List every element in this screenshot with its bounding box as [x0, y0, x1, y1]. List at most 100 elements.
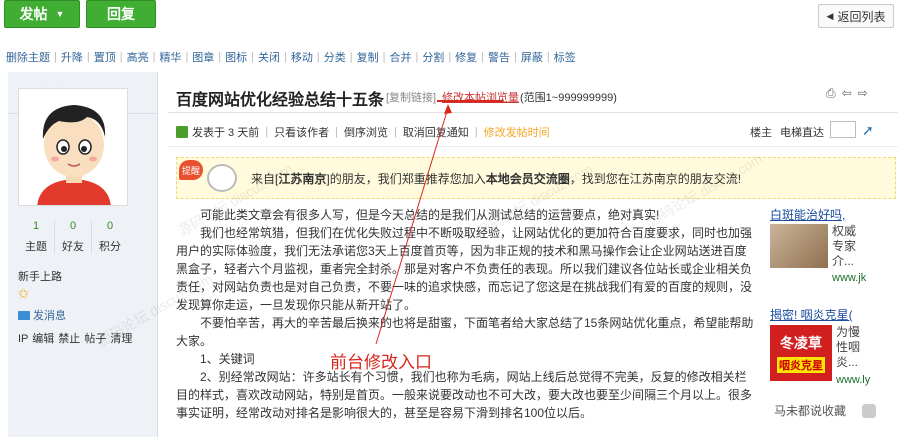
back-to-list-label: 返回列表 — [837, 9, 886, 24]
ad-url[interactable]: www.jk — [832, 272, 866, 284]
body-paragraph: 我们也经常筑猎，但我们在优化失败过程中不断吸取经验，让网站优化的更加符合百度要求… — [176, 226, 753, 312]
send-message-link[interactable]: 发消息 — [18, 307, 66, 323]
mod-sep: | — [185, 51, 189, 63]
back-to-list-button[interactable]: ◀ 返回列表 — [818, 4, 894, 28]
ad-line: 为慢 — [836, 325, 861, 339]
floor-jump-input[interactable] — [830, 121, 856, 138]
prev-thread-icon[interactable]: ⇦ — [842, 86, 852, 101]
notice-post: ，找到您在江苏南京的朋友交流! — [569, 172, 742, 186]
ad-title[interactable]: 白斑能治好吗, — [770, 206, 845, 223]
ad-line: 专家 — [832, 239, 857, 253]
mod-sep: | — [86, 51, 90, 63]
ad-brand: 冬凌草 — [780, 335, 822, 351]
post-label: 发帖 — [19, 6, 48, 22]
mod-action[interactable]: 升降 — [61, 49, 83, 65]
mod-action[interactable]: 复制 — [357, 49, 379, 65]
user-rank[interactable]: 新手上路 — [18, 268, 62, 284]
mod-sep: | — [284, 51, 287, 63]
ad-brand-image[interactable]: 冬凌草 咽炎克星 — [770, 325, 832, 381]
ad-image[interactable] — [770, 224, 828, 268]
mod-action[interactable]: 分类 — [324, 49, 346, 65]
mod-sep: | — [251, 51, 255, 63]
notice-city: 江苏南京 — [278, 172, 327, 186]
mod-action[interactable]: 合并 — [389, 49, 411, 65]
print-icon[interactable]: ⎙ — [826, 86, 836, 101]
ad-title[interactable]: 揭密! 咽炎克星( — [770, 306, 853, 323]
mod-action[interactable]: 图标 — [225, 49, 247, 65]
post-button[interactable]: 发帖 ▼ — [4, 0, 80, 28]
mod-action[interactable]: 屏蔽 — [521, 49, 543, 65]
meta-sep: | — [393, 126, 397, 138]
admin-links[interactable]: IP 编辑 禁止 帖子 清理 — [18, 330, 132, 346]
user-count-label: 好友 — [62, 241, 84, 253]
mod-sep: | — [54, 51, 57, 63]
mod-sep: | — [152, 51, 156, 63]
mod-action[interactable]: 分割 — [422, 49, 444, 65]
ad-line: 权威 — [832, 224, 857, 238]
floor-label: 楼主 — [750, 127, 772, 139]
mod-sep: | — [514, 51, 517, 63]
mod-action[interactable]: 修复 — [455, 49, 477, 65]
reply-button[interactable]: 回复 — [86, 0, 156, 28]
mod-sep: | — [316, 51, 320, 63]
notice-badge: 提醒 — [179, 160, 203, 180]
mod-action[interactable]: 高亮 — [127, 49, 149, 65]
user-count-cell[interactable]: 0 积分 — [92, 220, 128, 254]
mod-action[interactable]: 移动 — [291, 49, 313, 65]
next-thread-icon[interactable]: ⇨ — [858, 86, 868, 101]
meta-sep: | — [474, 126, 478, 138]
only-author-link[interactable]: 只看该作者 — [274, 124, 329, 140]
ad-line: 炎... — [836, 355, 859, 369]
copy-link[interactable]: [复制链接] — [386, 89, 436, 105]
user-count-cell[interactable]: 1 主题 — [18, 220, 55, 254]
ad-brand-sub: 咽炎克星 — [777, 357, 825, 373]
modify-views-link[interactable]: 修改本帖浏览量 — [442, 89, 519, 105]
moderation-bar: 删除主题 | 升降 | 置顶 | 高亮 | 精华 | 图章 | 图标 | 关闭 | 移动 | 分类 | 复制 | 合并 | 分割… — [0, 46, 910, 68]
body-paragraph: 2、别经常改网站：许多站长有个习惯，我们也称为毛病，网站上线后总觉得不完美，反复… — [176, 370, 753, 420]
user-count-value: 1 — [32, 220, 40, 232]
divider — [168, 146, 898, 147]
mod-action[interactable]: 标签 — [554, 49, 576, 65]
favorite-link[interactable]: 马未都说收藏 — [774, 402, 846, 419]
notice-mid: ]的朋友，我们郑重推荐您加入 — [326, 172, 486, 186]
favorite-icon[interactable] — [862, 404, 876, 418]
thread-tools: ⎙ ⇦ ⇨ — [826, 86, 868, 101]
annotation-label: 前台修改入口 — [330, 353, 432, 372]
ad-url[interactable]: www.ly — [836, 374, 870, 386]
send-message-label: 发消息 — [33, 310, 66, 322]
mod-sep: | — [415, 51, 419, 63]
notice-group-link[interactable]: 本地会员交流圈 — [486, 172, 570, 186]
mod-action[interactable]: 置顶 — [94, 49, 116, 65]
views-range: (范围1~999999999) — [520, 92, 617, 104]
smiley-icon — [207, 164, 237, 192]
body-paragraph: 不要怕辛苦，再大的辛苦最后换来的也将是甜蜜，下面笔者给大家总结了15条网站优化重… — [176, 316, 754, 348]
mod-action[interactable]: 关闭 — [258, 49, 280, 65]
user-count-label: 主题 — [25, 241, 47, 253]
chevron-left-icon: ◀ — [826, 10, 834, 21]
mod-sep: | — [382, 51, 386, 63]
mod-action[interactable]: 警告 — [488, 49, 510, 65]
online-icon — [176, 126, 188, 138]
avatar[interactable] — [18, 88, 128, 206]
ad-text: 为慢 性咽 炎... — [836, 325, 860, 370]
user-count-cell[interactable]: 0 好友 — [55, 220, 92, 254]
notice-text: 来自[江苏南京]的朋友，我们郑重推荐您加入本地会员交流圈，找到您在江苏南京的朋友… — [251, 170, 741, 187]
thread-title: 百度网站优化经验总结十五条 — [176, 92, 385, 109]
elevator-label: 电梯直达 — [780, 127, 824, 139]
post-body: 可能此类文章会有很多人写，但是今天总结的是我们从测试总结的运营要点，绝对真实! … — [176, 206, 758, 422]
star-icon: ✩ — [18, 286, 29, 301]
meta-sep: | — [265, 126, 269, 138]
reverse-order-link[interactable]: 倒序浏览 — [344, 124, 388, 140]
mod-action[interactable]: 图章 — [192, 49, 214, 65]
mod-sep: | — [218, 51, 222, 63]
edit-post-time-link[interactable]: 修改发帖时间 — [484, 124, 550, 140]
mod-action[interactable]: 删除主题 — [6, 49, 50, 65]
mod-action[interactable]: 精华 — [159, 49, 181, 65]
user-count-value: 0 — [69, 220, 77, 232]
body-paragraph: 1、关键词 — [200, 352, 255, 366]
cancel-notify-link[interactable]: 取消回复通知 — [403, 124, 469, 140]
go-arrow-icon[interactable]: ➚ — [862, 122, 874, 139]
envelope-icon — [18, 310, 30, 320]
mod-sep: | — [119, 51, 123, 63]
ad-line: 介... — [832, 254, 855, 268]
